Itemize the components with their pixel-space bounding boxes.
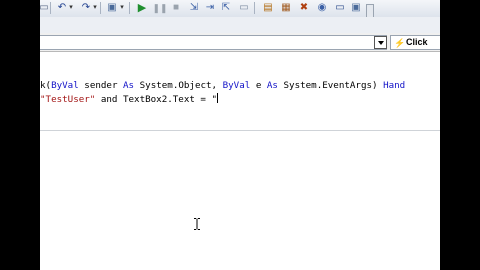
code-keyword: Hand [383, 80, 406, 91]
method-separator [40, 130, 440, 131]
redo-icon[interactable]: ↷ [80, 1, 92, 15]
step-out-icon[interactable]: ⇱ [220, 1, 232, 15]
code-text: System.Object, [134, 80, 223, 91]
code-text: sender [78, 80, 124, 91]
code-string: "TestUser" [40, 94, 96, 105]
start-page-icon[interactable]: ▣ [350, 1, 362, 15]
ibeam-cursor-icon [194, 218, 200, 230]
text-caret [217, 93, 219, 103]
open-folder-icon[interactable]: ▭ [40, 1, 49, 15]
debug-dropdown-icon[interactable]: ▾ [119, 1, 125, 15]
secondary-toolbar [40, 17, 440, 34]
code-line-1: k(ByVal sender As System.Object, ByVal e… [40, 80, 405, 92]
lightning-icon: ⚡ [394, 38, 406, 48]
stop-icon[interactable]: ■ [170, 1, 182, 15]
toolbar-overflow-button[interactable] [366, 4, 374, 18]
redo-dropdown-icon[interactable]: ▾ [92, 1, 98, 15]
event-combo[interactable]: ⚡ Click [390, 35, 440, 50]
object-combo[interactable] [40, 35, 387, 50]
ide-window: ▭ ↶ ▾ ↷ ▾ ▣ ▾ ▶ ❚❚ ■ ⇲ ⇥ ⇱ ▭ ▤ ▦ ✖ ◉ ▭ ▣… [40, 0, 440, 270]
step-into-icon[interactable]: ⇲ [188, 1, 200, 15]
object-combo-dropdown-button[interactable] [374, 36, 387, 49]
pause-icon[interactable]: ❚❚ [152, 1, 167, 15]
find-icon[interactable]: ▭ [238, 1, 250, 15]
class-view-icon[interactable]: ▭ [334, 1, 346, 15]
event-combo-value: Click [406, 37, 428, 47]
start-icon[interactable]: ▶ [136, 1, 148, 15]
toolbox-icon[interactable]: ✖ [298, 1, 310, 15]
code-keyword: ByVal [51, 80, 79, 91]
toolbar-separator [129, 2, 130, 14]
code-line-2: "TestUser" and TextBox2.Text = " [40, 93, 219, 106]
code-keyword: ByVal [222, 80, 251, 91]
code-keyword: As [266, 80, 278, 91]
code-keyword: As [123, 80, 135, 91]
code-text: e [250, 80, 267, 91]
code-text: System.EventArgs) [277, 80, 384, 91]
code-text: and TextBox2.Text = " [95, 94, 218, 105]
solution-explorer-icon[interactable]: ▤ [262, 1, 274, 15]
debug-target-icon[interactable]: ▣ [106, 1, 118, 15]
undo-dropdown-icon[interactable]: ▾ [68, 1, 74, 15]
toolbar-separator [50, 2, 51, 14]
standard-toolbar: ▭ ↶ ▾ ↷ ▾ ▣ ▾ ▶ ❚❚ ■ ⇲ ⇥ ⇱ ▭ ▤ ▦ ✖ ◉ ▭ ▣ [40, 0, 440, 18]
undo-icon[interactable]: ↶ [56, 1, 68, 15]
properties-icon[interactable]: ▦ [280, 1, 292, 15]
code-text: k( [40, 80, 52, 91]
object-browser-icon[interactable]: ◉ [316, 1, 328, 15]
navigation-bar: ⚡ Click [40, 33, 440, 52]
chevron-down-icon [377, 40, 384, 45]
toolbar-separator [100, 2, 101, 14]
code-editor[interactable]: k(ByVal sender As System.Object, ByVal e… [40, 52, 440, 270]
toolbar-separator [254, 2, 255, 14]
step-over-icon[interactable]: ⇥ [204, 1, 216, 15]
